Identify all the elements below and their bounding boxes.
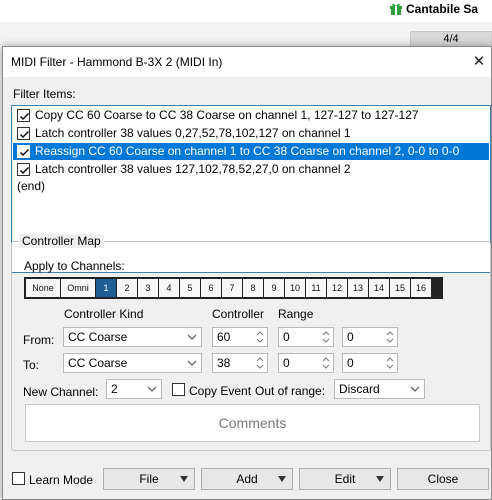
channel-button-9[interactable]: 9 bbox=[264, 279, 284, 297]
channel-button-14[interactable]: 14 bbox=[369, 279, 389, 297]
channel-button-13[interactable]: 13 bbox=[348, 279, 368, 297]
to-kind-dropdown[interactable]: CC Coarse bbox=[63, 353, 202, 373]
filter-item-label: Reassign CC 60 Coarse on channel 1 to CC… bbox=[35, 144, 460, 158]
from-controller-value: 60 bbox=[217, 330, 231, 344]
from-range-low-spinner[interactable]: 0 bbox=[278, 327, 334, 347]
copy-event-label: Copy Event bbox=[189, 384, 252, 398]
channel-button-8[interactable]: 8 bbox=[243, 279, 263, 297]
close-button[interactable]: Close bbox=[397, 468, 489, 490]
filter-items-label: Filter Items: bbox=[13, 87, 76, 101]
file-button[interactable]: File bbox=[103, 468, 195, 490]
channel-button-16[interactable]: 16 bbox=[411, 279, 431, 297]
out-of-range-dropdown[interactable]: Discard bbox=[334, 379, 425, 399]
edit-button[interactable]: Edit bbox=[299, 468, 391, 490]
app-title: Cantabile Sa bbox=[406, 2, 479, 16]
channel-button-11[interactable]: 11 bbox=[306, 279, 326, 297]
out-of-range-value: Discard bbox=[339, 382, 380, 396]
to-controller-spinner[interactable]: 38 bbox=[212, 353, 268, 373]
filter-item-checkbox[interactable] bbox=[17, 163, 30, 176]
spinner-arrows-icon[interactable] bbox=[385, 355, 395, 371]
to-range-high-value: 0 bbox=[347, 356, 354, 370]
filter-list-end[interactable]: (end) bbox=[17, 179, 45, 194]
chevron-down-icon bbox=[376, 476, 384, 482]
channel-selector: None Omni 1 2 3 4 5 6 7 8 9 10 11 12 13 … bbox=[24, 277, 443, 299]
background-titlebar: Cantabile Sa bbox=[0, 0, 492, 22]
edit-button-label: Edit bbox=[334, 472, 356, 486]
filter-item-label: Latch controller 38 values 0,27,52,78,10… bbox=[35, 126, 351, 140]
file-button-label: File bbox=[139, 472, 159, 486]
spinner-arrows-icon[interactable] bbox=[255, 355, 265, 371]
chevron-down-icon bbox=[147, 386, 157, 392]
from-range-high-value: 0 bbox=[347, 330, 354, 344]
to-controller-value: 38 bbox=[217, 356, 231, 370]
channel-button-10[interactable]: 10 bbox=[285, 279, 305, 297]
channel-button-7[interactable]: 7 bbox=[222, 279, 242, 297]
range-header: Range bbox=[278, 307, 314, 321]
new-channel-label: New Channel: bbox=[23, 385, 99, 399]
controller-kind-header: Controller Kind bbox=[64, 307, 144, 321]
filter-item[interactable]: Latch controller 38 values 0,27,52,78,10… bbox=[13, 125, 489, 142]
filter-item-checkbox[interactable] bbox=[17, 109, 30, 122]
from-kind-dropdown[interactable]: CC Coarse bbox=[63, 327, 202, 347]
midi-filter-dialog: MIDI Filter - Hammond B-3X 2 (MIDI In) ✕… bbox=[2, 46, 492, 500]
channel-button-5[interactable]: 5 bbox=[180, 279, 200, 297]
comments-box[interactable]: Comments bbox=[25, 404, 480, 442]
from-range-high-spinner[interactable]: 0 bbox=[342, 327, 398, 347]
channel-button-none[interactable]: None bbox=[26, 279, 60, 297]
channel-button-2[interactable]: 2 bbox=[117, 279, 137, 297]
chevron-down-icon bbox=[187, 334, 197, 340]
learn-mode-checkbox[interactable] bbox=[12, 472, 25, 485]
channel-button-4[interactable]: 4 bbox=[159, 279, 179, 297]
channel-button-omni[interactable]: Omni bbox=[61, 279, 95, 297]
spinner-arrows-icon[interactable] bbox=[385, 329, 395, 345]
filter-item-checkbox[interactable] bbox=[17, 127, 30, 140]
from-range-low-value: 0 bbox=[283, 330, 290, 344]
channel-button-3[interactable]: 3 bbox=[138, 279, 158, 297]
filter-item-label: Copy CC 60 Coarse to CC 38 Coarse on cha… bbox=[35, 108, 419, 122]
channel-button-15[interactable]: 15 bbox=[390, 279, 410, 297]
apply-to-channels-label: Apply to Channels: bbox=[24, 259, 125, 273]
out-of-range-label: Out of range: bbox=[255, 384, 326, 398]
filter-item-label: Latch controller 38 values 127,102,78,52… bbox=[35, 162, 351, 176]
to-range-low-value: 0 bbox=[283, 356, 290, 370]
from-kind-value: CC Coarse bbox=[68, 330, 128, 344]
filter-item-selected[interactable]: Reassign CC 60 Coarse on channel 1 to CC… bbox=[13, 143, 489, 160]
add-button-label: Add bbox=[236, 472, 258, 486]
to-range-high-spinner[interactable]: 0 bbox=[342, 353, 398, 373]
chevron-down-icon bbox=[187, 360, 197, 366]
spinner-arrows-icon[interactable] bbox=[255, 329, 265, 345]
filter-item[interactable]: Latch controller 38 values 127,102,78,52… bbox=[13, 161, 489, 178]
close-icon[interactable]: ✕ bbox=[469, 53, 489, 71]
controller-map-label: Controller Map bbox=[19, 234, 104, 248]
dialog-titlebar: MIDI Filter - Hammond B-3X 2 (MIDI In) ✕ bbox=[3, 47, 491, 77]
filter-item-checkbox[interactable] bbox=[17, 145, 30, 158]
to-label: To: bbox=[23, 358, 40, 372]
chevron-down-icon bbox=[278, 476, 286, 482]
chevron-down-icon bbox=[180, 476, 188, 482]
spinner-arrows-icon[interactable] bbox=[321, 329, 331, 345]
channel-button-12[interactable]: 12 bbox=[327, 279, 347, 297]
gift-icon[interactable] bbox=[389, 1, 403, 15]
chevron-down-icon bbox=[410, 386, 420, 392]
new-channel-value: 2 bbox=[111, 382, 118, 396]
spinner-arrows-icon[interactable] bbox=[321, 355, 331, 371]
controller-header: Controller bbox=[212, 307, 265, 321]
channel-button-6[interactable]: 6 bbox=[201, 279, 221, 297]
channel-button-1[interactable]: 1 bbox=[96, 279, 116, 297]
page-counter: 4/4 bbox=[410, 31, 492, 47]
copy-event-checkbox[interactable] bbox=[172, 383, 185, 396]
to-range-low-spinner[interactable]: 0 bbox=[278, 353, 334, 373]
from-label: From: bbox=[23, 333, 55, 347]
new-channel-dropdown[interactable]: 2 bbox=[106, 379, 162, 399]
to-kind-value: CC Coarse bbox=[68, 356, 128, 370]
dialog-title: MIDI Filter - Hammond B-3X 2 (MIDI In) bbox=[11, 55, 223, 69]
filter-item[interactable]: Copy CC 60 Coarse to CC 38 Coarse on cha… bbox=[13, 107, 489, 124]
add-button[interactable]: Add bbox=[201, 468, 293, 490]
from-controller-spinner[interactable]: 60 bbox=[212, 327, 268, 347]
learn-mode-label: Learn Mode bbox=[29, 473, 94, 487]
